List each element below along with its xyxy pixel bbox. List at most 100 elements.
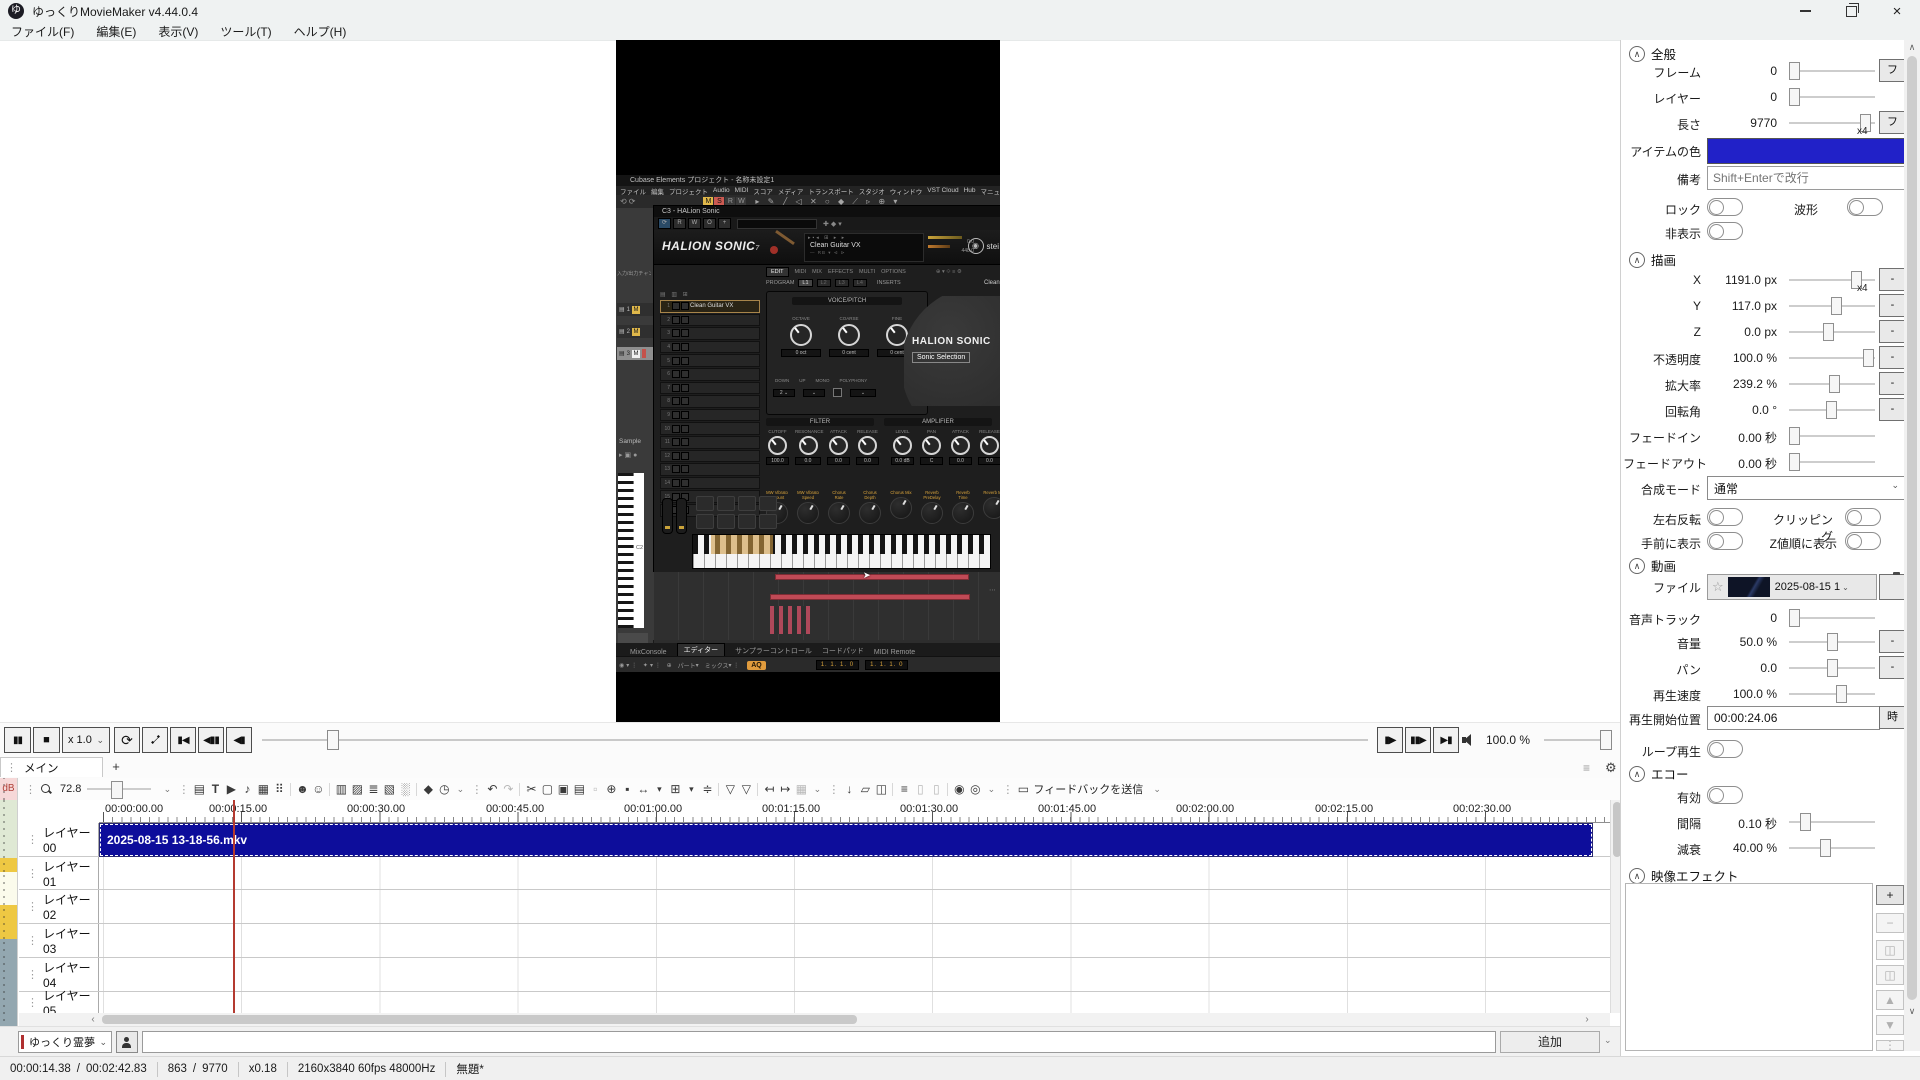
add-serif-button[interactable]: 追加: [1500, 1031, 1600, 1053]
gear-icon[interactable]: ⚙: [1605, 760, 1617, 776]
seek-slider[interactable]: [262, 739, 1368, 741]
timeline-ruler[interactable]: 00:00:00.00 00:00:15.00 00:00:30.00 00:0…: [99, 800, 1610, 823]
scroll-left-icon[interactable]: ‹: [86, 1013, 100, 1026]
expand-icon[interactable]: ⌄: [1149, 780, 1165, 798]
cut-button[interactable]: ✂: [523, 780, 539, 798]
import-button[interactable]: ↓: [841, 780, 857, 798]
expand-icon[interactable]: ⌄: [983, 780, 999, 798]
fadein-slider[interactable]: [1789, 427, 1875, 445]
note-input[interactable]: [1707, 166, 1906, 190]
play-speed-slider[interactable]: [1789, 685, 1875, 703]
pause-button[interactable]: ▮▮: [4, 727, 31, 753]
expand-icon[interactable]: ⌄: [809, 780, 825, 798]
add-tachie-item-button[interactable]: ☻: [294, 780, 310, 798]
opacity-minus-button[interactable]: -: [1879, 346, 1906, 369]
expand-icon[interactable]: ⌄: [452, 780, 468, 798]
browse-folder-button[interactable]: [1879, 574, 1906, 600]
panel-scrollbar[interactable]: ∧ ∨: [1904, 40, 1920, 1051]
zorder-toggle[interactable]: [1845, 532, 1881, 550]
clock-button[interactable]: ◷: [436, 780, 452, 798]
expand-icon[interactable]: ⌄: [1604, 1035, 1612, 1046]
paste-special-button[interactable]: ▤: [571, 780, 587, 798]
scroll-up-icon[interactable]: ∧: [1904, 42, 1920, 53]
expand-icon[interactable]: ⌄: [159, 780, 175, 798]
paste-button[interactable]: ▣: [555, 780, 571, 798]
menu-tools[interactable]: ツール(T): [209, 23, 282, 40]
volume-minus-button[interactable]: -: [1879, 630, 1906, 653]
blend-mode-select[interactable]: 通常 ⌄: [1707, 476, 1906, 500]
next-frame-button[interactable]: ▮▮▶: [1405, 727, 1431, 753]
doc2-button[interactable]: ▯: [928, 780, 944, 798]
y-slider[interactable]: [1789, 297, 1875, 315]
section-video[interactable]: ∧ 動画: [1629, 556, 1676, 575]
video-preview[interactable]: Cubase Elements プロジェクト - 名称未設定1 ファイル 編集 プロ…: [616, 40, 1000, 722]
menu-edit[interactable]: 編集(E): [85, 23, 147, 40]
shift-right-button[interactable]: ↦: [777, 780, 793, 798]
bookmark-button[interactable]: ◆: [420, 780, 436, 798]
restore-button[interactable]: [1828, 0, 1874, 22]
save-effect-button[interactable]: ◫: [1876, 940, 1904, 960]
dropdown-icon[interactable]: ▾: [651, 780, 667, 798]
rotation-slider[interactable]: [1789, 401, 1875, 419]
seek-slider-thumb[interactable]: [327, 730, 339, 750]
mixer-button[interactable]: ≡: [896, 780, 912, 798]
timeline-horizontal-scrollbar[interactable]: ‹ ›: [19, 1013, 1610, 1026]
effects-list[interactable]: [1625, 883, 1873, 1051]
volume-slider-thumb[interactable]: [1600, 730, 1612, 750]
repeat-button[interactable]: ⟳: [114, 727, 140, 753]
file-select[interactable]: ☆ 2025-08-15 1 ⌄: [1707, 574, 1877, 600]
paste-plain-button[interactable]: ▫: [587, 780, 603, 798]
x-slider[interactable]: [1789, 271, 1875, 289]
copy-button[interactable]: ▢: [539, 780, 555, 798]
layer-slider[interactable]: [1789, 88, 1875, 106]
add-subtitle-item-button[interactable]: ≣: [365, 780, 381, 798]
echo-interval-slider[interactable]: [1789, 813, 1875, 831]
flip-toggle[interactable]: [1707, 508, 1743, 526]
frame-grid-button[interactable]: ▦: [793, 780, 809, 798]
remove-effect-button[interactable]: −: [1876, 913, 1904, 933]
speed-select[interactable]: x 1.0 ⌄: [62, 727, 110, 753]
lock-toggle[interactable]: [1707, 198, 1743, 216]
prev-item-button[interactable]: ◀▮: [226, 727, 252, 753]
speaker-icon[interactable]: [1462, 734, 1476, 746]
tab-main[interactable]: ⋮ メイン: [0, 757, 103, 777]
add-text-item-button[interactable]: T: [207, 780, 223, 798]
screenshot-clip-button[interactable]: ◎: [967, 780, 983, 798]
easing-button[interactable]: ▪—▪: [142, 727, 168, 753]
front-toggle[interactable]: [1707, 532, 1743, 550]
layer-row[interactable]: ⋮ レイヤー 04: [19, 958, 1610, 992]
add-shape-item-button[interactable]: ⠿: [271, 780, 287, 798]
add-face-item-button[interactable]: ☺: [310, 780, 326, 798]
redo-button[interactable]: ↷: [500, 780, 516, 798]
pan-slider[interactable]: [1789, 659, 1875, 677]
pan-minus-button[interactable]: -: [1879, 656, 1906, 679]
undo-button[interactable]: ↶: [484, 780, 500, 798]
audio-track-slider[interactable]: [1789, 609, 1875, 627]
close-button[interactable]: ×: [1874, 0, 1920, 22]
edit-character-button[interactable]: [116, 1031, 138, 1053]
lock-button[interactable]: ▪: [619, 780, 635, 798]
add-video-item-button[interactable]: ▶: [223, 780, 239, 798]
echo-decay-slider[interactable]: [1789, 839, 1875, 857]
x-minus-button[interactable]: -: [1879, 268, 1906, 291]
timeline-clip[interactable]: 2025-08-15 13-18-56.mkv: [100, 824, 1592, 856]
serif-input[interactable]: [142, 1031, 1496, 1053]
layer-row[interactable]: ⋮ レイヤー 05: [19, 989, 1610, 1013]
delete-after-button[interactable]: ▽: [738, 780, 754, 798]
playhead[interactable]: [233, 800, 235, 1013]
prev-frame-button[interactable]: ◀▮▮: [198, 727, 224, 753]
layer-minimap-strip[interactable]: dB: [0, 778, 18, 1056]
stop-button[interactable]: ■: [33, 727, 60, 753]
star-icon[interactable]: ☆: [1712, 579, 1724, 595]
menu-view[interactable]: 表示(V): [147, 23, 209, 40]
add-effect-button[interactable]: +: [1876, 885, 1904, 905]
length-fu-button[interactable]: フ: [1879, 111, 1906, 134]
grid-button[interactable]: ⊞: [667, 780, 683, 798]
frame-slider[interactable]: [1789, 62, 1875, 80]
waveform-toggle[interactable]: [1847, 198, 1883, 216]
menu-file[interactable]: ファイル(F): [0, 23, 85, 40]
timeline-zoom-slider[interactable]: [87, 781, 152, 799]
echo-toggle[interactable]: [1707, 786, 1743, 804]
minimize-button[interactable]: [1782, 0, 1828, 22]
z-minus-button[interactable]: -: [1879, 320, 1906, 343]
